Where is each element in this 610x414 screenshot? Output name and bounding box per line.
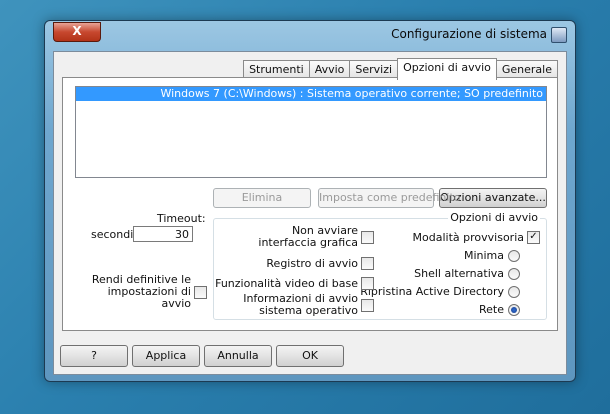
no-gui-label: Non avviare interfaccia grafica [258,224,358,249]
ok-button[interactable]: OK [276,345,344,367]
ad-repair-label: Ripristina Active Directory [360,285,504,298]
window-title: Configurazione di sistema [391,27,547,41]
alternate-shell-row[interactable]: Shell alternativa [414,267,520,280]
tab-panel: Windows 7 (C:\Windows) : Sistema operati… [62,77,558,331]
close-button[interactable]: X [53,22,101,42]
boot-options-legend: Opzioni di avvio [448,211,540,224]
delete-button[interactable]: Elimina [213,188,311,208]
base-video-label: Funzionalità video di base [215,277,358,290]
timeout-unit: secondi [91,228,134,241]
title-bar[interactable]: X Configurazione di sistema [45,21,575,51]
network-row[interactable]: Rete [479,303,520,316]
dialog-window: X Configurazione di sistema Generale Opz… [44,20,576,382]
alternate-shell-label: Shell alternativa [414,267,504,280]
os-info-checkbox[interactable] [361,298,374,312]
permanent-checkbox[interactable] [194,285,207,299]
minimal-row[interactable]: Minima [464,249,520,262]
network-label: Rete [479,303,504,316]
base-video-row[interactable]: Funzionalità video di base [215,277,374,290]
cancel-button[interactable]: Annulla [204,345,272,367]
permanent-row[interactable]: Rendi definitive le impostazioni di avvi… [77,274,207,310]
boot-options-group: Opzioni di avvio Modalità provvisoria ✓ … [213,211,547,320]
timeout-label: Timeout: [157,212,206,225]
safe-boot-label: Modalità provvisoria [412,231,524,244]
set-default-button[interactable]: Imposta come predefinito [318,188,461,208]
os-info-label: Informazioni di avvio sistema operativo [243,292,358,317]
permanent-label: Rendi definitive le impostazioni di avvi… [91,273,191,310]
base-video-checkbox[interactable] [361,277,374,290]
minimal-label: Minima [463,249,504,262]
help-button[interactable]: ? [60,345,128,367]
app-icon [551,27,567,43]
timeout-input[interactable]: 30 [133,226,193,242]
tab-opzioni-di-avvio[interactable]: Opzioni di avvio [397,58,497,80]
apply-button[interactable]: Applica [132,345,200,367]
no-gui-row[interactable]: Non avviare interfaccia grafica [222,225,374,249]
network-radio[interactable] [508,303,520,316]
alternate-shell-radio[interactable] [508,267,520,280]
safe-boot-row[interactable]: Modalità provvisoria ✓ [413,231,540,244]
ad-repair-row[interactable]: Ripristina Active Directory [360,285,520,298]
boot-log-label: Registro di avvio [266,257,358,270]
minimal-radio[interactable] [508,249,520,262]
boot-log-checkbox[interactable] [361,257,374,270]
os-info-row[interactable]: Informazioni di avvio sistema operativo [222,293,374,317]
no-gui-checkbox[interactable] [361,230,374,244]
ad-repair-radio[interactable] [508,285,520,298]
os-list[interactable]: Windows 7 (C:\Windows) : Sistema operati… [75,86,547,178]
boot-log-row[interactable]: Registro di avvio [222,257,374,270]
dialog-client: Generale Opzioni di avvio Servizi Avvio … [53,51,567,375]
os-list-item[interactable]: Windows 7 (C:\Windows) : Sistema operati… [76,87,546,101]
safe-boot-checkbox[interactable]: ✓ [527,231,540,244]
